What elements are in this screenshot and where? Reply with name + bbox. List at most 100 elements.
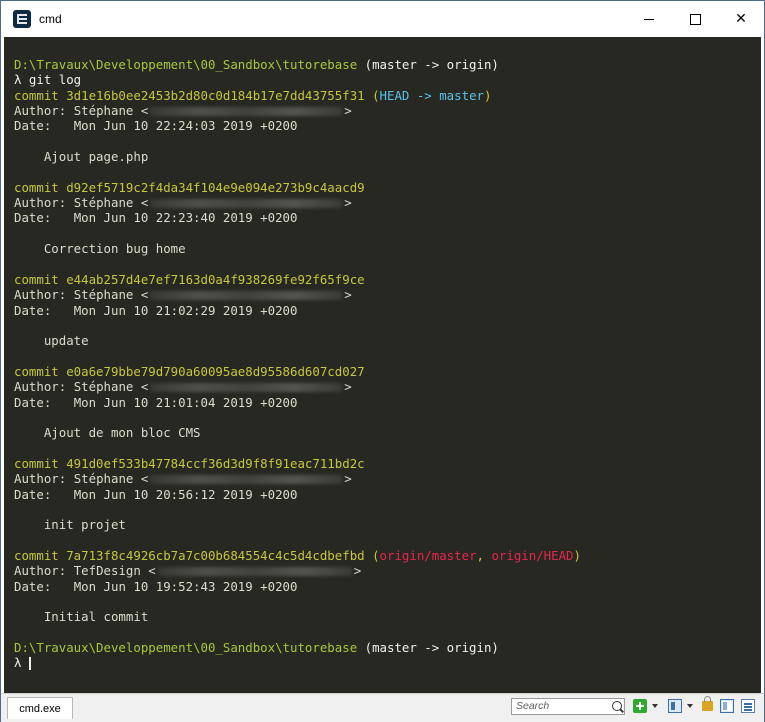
input-line: λ [14, 655, 581, 671]
author-line: Author: Stéphane < > [14, 103, 581, 118]
author-name: Stéphane < [73, 103, 149, 119]
ref-open: ( [364, 548, 380, 563]
commit-message: init projet [14, 517, 126, 533]
author-name: Stéphane < [73, 471, 149, 487]
commit-date: Mon Jun 10 21:02:29 2019 +0200 [73, 302, 298, 318]
commit-line: commit 7a713f8c4926cb7a7c00b684554c4c5d4… [14, 548, 581, 563]
commit-line: commit 491d0ef533b47784ccf36d3d9f8f91eac… [14, 456, 581, 471]
commit-line: commit e0a6e79bbe79d790a60095ae8d95586d6… [14, 364, 581, 379]
add-console-icon[interactable] [633, 699, 647, 713]
commit-line: commit d92ef5719c2f4da34f104e9e094e273b9… [14, 180, 581, 195]
close-button[interactable]: ✕ [718, 1, 764, 37]
commit-message: Correction bug home [14, 241, 186, 257]
commit-date: Mon Jun 10 21:01:04 2019 +0200 [73, 394, 298, 410]
commit-hash: e0a6e79bbe79d790a60095ae8d95586d607cd027 [66, 363, 365, 379]
prompt-path: D:\Travaux\Developpement\00_Sandbox\tuto… [14, 57, 358, 72]
author-end: > [344, 379, 352, 395]
author-label: Author: [14, 195, 74, 211]
author-label: Author: [14, 287, 74, 303]
prompt-branch: (master -> origin) [357, 57, 499, 72]
redacted-email [150, 383, 343, 393]
date-label: Date: [14, 578, 74, 594]
search-icon[interactable] [612, 701, 622, 711]
redacted-email [150, 291, 343, 301]
console-output[interactable]: D:\Travaux\Developpement\00_Sandbox\tuto… [4, 37, 761, 693]
author-label: Author: [14, 103, 74, 119]
tab-label: cmd.exe [19, 702, 61, 715]
redacted-email [150, 199, 343, 209]
date-line: Date: Mon Jun 10 20:56:12 2019 +0200 [14, 487, 581, 502]
commit-label: commit [14, 87, 67, 103]
author-end: > [344, 287, 352, 303]
date-line: Date: Mon Jun 10 22:24:03 2019 +0200 [14, 118, 581, 133]
author-label: Author: [14, 379, 74, 395]
author-label: Author: [14, 563, 74, 579]
redacted-email [150, 107, 343, 117]
ref-2: origin/HEAD [491, 548, 574, 563]
panes-icon[interactable] [668, 699, 682, 713]
app-icon [13, 10, 31, 28]
window-title: cmd [39, 12, 62, 26]
prompt-line: D:\Travaux\Developpement\00_Sandbox\tuto… [14, 640, 581, 655]
commit-date: Mon Jun 10 22:24:03 2019 +0200 [73, 118, 298, 134]
author-line: Author: Stéphane < > [14, 195, 581, 210]
add-dropdown-icon[interactable] [652, 704, 658, 708]
search-placeholder: Search [516, 700, 550, 712]
date-label: Date: [14, 486, 74, 502]
panes-dropdown-icon[interactable] [687, 704, 693, 708]
commit-hash: 7a713f8c4926cb7a7c00b684554c4c5d4cdbefbd [66, 548, 365, 563]
commit-hash: e44ab257d4e7ef7163d0a4f938269fe92f65f9ce [66, 271, 365, 287]
view-icon[interactable] [720, 699, 734, 713]
date-label: Date: [14, 394, 74, 410]
command-text: git log [21, 72, 82, 88]
date-line: Date: Mon Jun 10 19:52:43 2019 +0200 [14, 579, 581, 594]
commit-label: commit [14, 363, 67, 379]
author-line: Author: Stéphane < > [14, 471, 581, 486]
tab-cmd[interactable]: cmd.exe [7, 697, 73, 719]
commit-label: commit [14, 548, 67, 563]
commit-line: commit e44ab257d4e7ef7163d0a4f938269fe92… [14, 272, 581, 287]
redacted-email [150, 475, 343, 485]
console-window: cmd ✕ D:\Travaux\Developpement\00_Sandbo… [0, 0, 765, 722]
ref-1: HEAD -> master [379, 87, 484, 103]
date-label: Date: [14, 118, 74, 134]
message-line: Ajout de mon bloc CMS [14, 425, 581, 440]
author-name: Stéphane < [73, 379, 149, 395]
message-line: Initial commit [14, 609, 581, 624]
ref-separator: , [476, 548, 492, 563]
author-end: > [344, 195, 352, 211]
search-input[interactable]: Search [511, 698, 625, 715]
author-name: Stéphane < [73, 287, 149, 303]
author-line: Author: Stéphane < > [14, 379, 581, 394]
close-icon: ✕ [735, 11, 747, 27]
lock-icon[interactable] [702, 696, 713, 711]
maximize-button[interactable] [672, 1, 718, 37]
text-cursor [28, 657, 31, 671]
minimize-button[interactable] [626, 1, 672, 37]
commit-date: Mon Jun 10 19:52:43 2019 +0200 [73, 578, 298, 594]
window-controls: ✕ [626, 1, 764, 37]
ref-close: ) [483, 87, 492, 103]
command-line: λ git log [14, 72, 581, 87]
author-label: Author: [14, 471, 74, 487]
ref-1: origin/master [379, 548, 477, 563]
message-line: update [14, 333, 581, 348]
status-bar: cmd.exe Search [1, 693, 764, 722]
date-line: Date: Mon Jun 10 22:23:40 2019 +0200 [14, 210, 581, 225]
maximize-icon [689, 13, 701, 25]
author-end: > [344, 103, 352, 119]
prompt-line: D:\Travaux\Developpement\00_Sandbox\tuto… [14, 57, 581, 72]
menu-icon[interactable] [741, 699, 755, 713]
author-end: > [353, 563, 362, 579]
title-bar[interactable]: cmd ✕ [1, 1, 764, 37]
commit-message: Ajout page.php [14, 149, 149, 165]
